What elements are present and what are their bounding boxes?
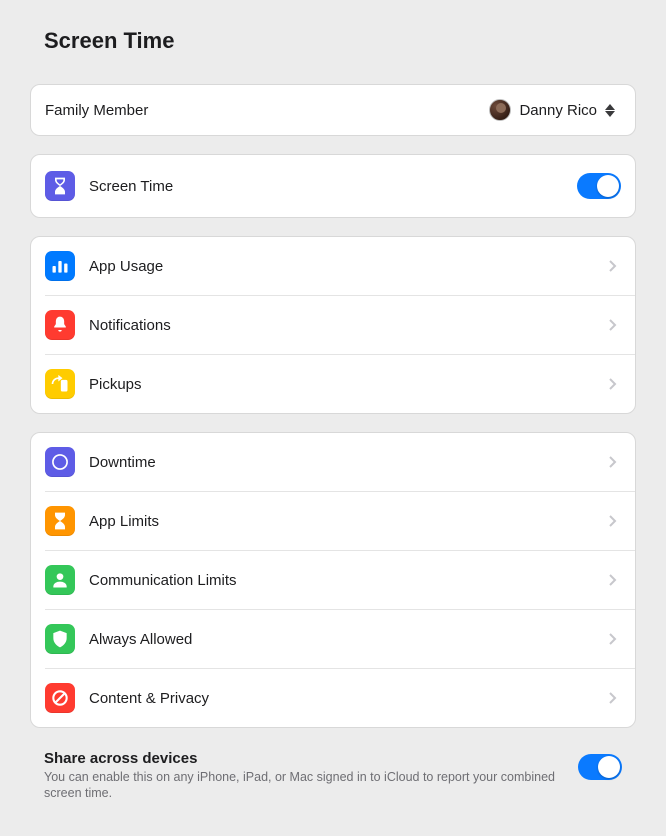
nav-pickups[interactable]: Pickups bbox=[31, 355, 635, 413]
nav-content-privacy[interactable]: Content & Privacy bbox=[31, 669, 635, 727]
family-member-dropdown[interactable]: Danny Rico bbox=[485, 97, 621, 123]
moon-icon bbox=[45, 447, 75, 477]
screen-time-toggle-card: Screen Time bbox=[30, 154, 636, 218]
dropdown-stepper-icon bbox=[605, 104, 617, 117]
hourglass-icon bbox=[45, 506, 75, 536]
no-sign-icon bbox=[45, 683, 75, 713]
nav-label: App Limits bbox=[89, 513, 159, 530]
nav-label: Downtime bbox=[89, 454, 156, 471]
chevron-right-icon bbox=[609, 692, 617, 704]
person-icon bbox=[45, 565, 75, 595]
screen-time-label: Screen Time bbox=[89, 178, 173, 195]
pickups-icon bbox=[45, 369, 75, 399]
share-across-devices-section: Share across devices You can enable this… bbox=[30, 746, 636, 812]
chevron-right-icon bbox=[609, 456, 617, 468]
nav-label: Pickups bbox=[89, 376, 142, 393]
bar-chart-icon bbox=[45, 251, 75, 281]
screen-time-row: Screen Time bbox=[31, 155, 635, 217]
check-shield-icon bbox=[45, 624, 75, 654]
nav-label: Always Allowed bbox=[89, 631, 192, 648]
family-member-card: Family Member Danny Rico bbox=[30, 84, 636, 136]
chevron-right-icon bbox=[609, 378, 617, 390]
bell-icon bbox=[45, 310, 75, 340]
chevron-right-icon bbox=[609, 574, 617, 586]
hourglass-icon bbox=[45, 171, 75, 201]
screen-time-pane: Screen Time Family Member Danny Rico Scr… bbox=[0, 0, 666, 832]
chevron-right-icon bbox=[609, 319, 617, 331]
nav-label: Notifications bbox=[89, 317, 171, 334]
usage-card: App Usage Notifications Pickups bbox=[30, 236, 636, 414]
share-across-devices-toggle[interactable] bbox=[578, 754, 622, 780]
family-member-name: Danny Rico bbox=[519, 102, 597, 119]
family-member-row: Family Member Danny Rico bbox=[31, 85, 635, 135]
share-description: You can enable this on any iPhone, iPad,… bbox=[44, 769, 562, 802]
page-title: Screen Time bbox=[44, 28, 636, 54]
avatar bbox=[489, 99, 511, 121]
family-member-label: Family Member bbox=[45, 102, 148, 119]
chevron-right-icon bbox=[609, 633, 617, 645]
nav-notifications[interactable]: Notifications bbox=[31, 296, 635, 354]
settings-card: Downtime App Limits Communication Limits bbox=[30, 432, 636, 728]
nav-communication-limits[interactable]: Communication Limits bbox=[31, 551, 635, 609]
nav-label: Communication Limits bbox=[89, 572, 237, 589]
screen-time-toggle[interactable] bbox=[577, 173, 621, 199]
nav-label: Content & Privacy bbox=[89, 690, 209, 707]
nav-label: App Usage bbox=[89, 258, 163, 275]
chevron-right-icon bbox=[609, 260, 617, 272]
nav-app-limits[interactable]: App Limits bbox=[31, 492, 635, 550]
chevron-right-icon bbox=[609, 515, 617, 527]
share-title: Share across devices bbox=[44, 750, 562, 767]
nav-downtime[interactable]: Downtime bbox=[31, 433, 635, 491]
nav-app-usage[interactable]: App Usage bbox=[31, 237, 635, 295]
nav-always-allowed[interactable]: Always Allowed bbox=[31, 610, 635, 668]
